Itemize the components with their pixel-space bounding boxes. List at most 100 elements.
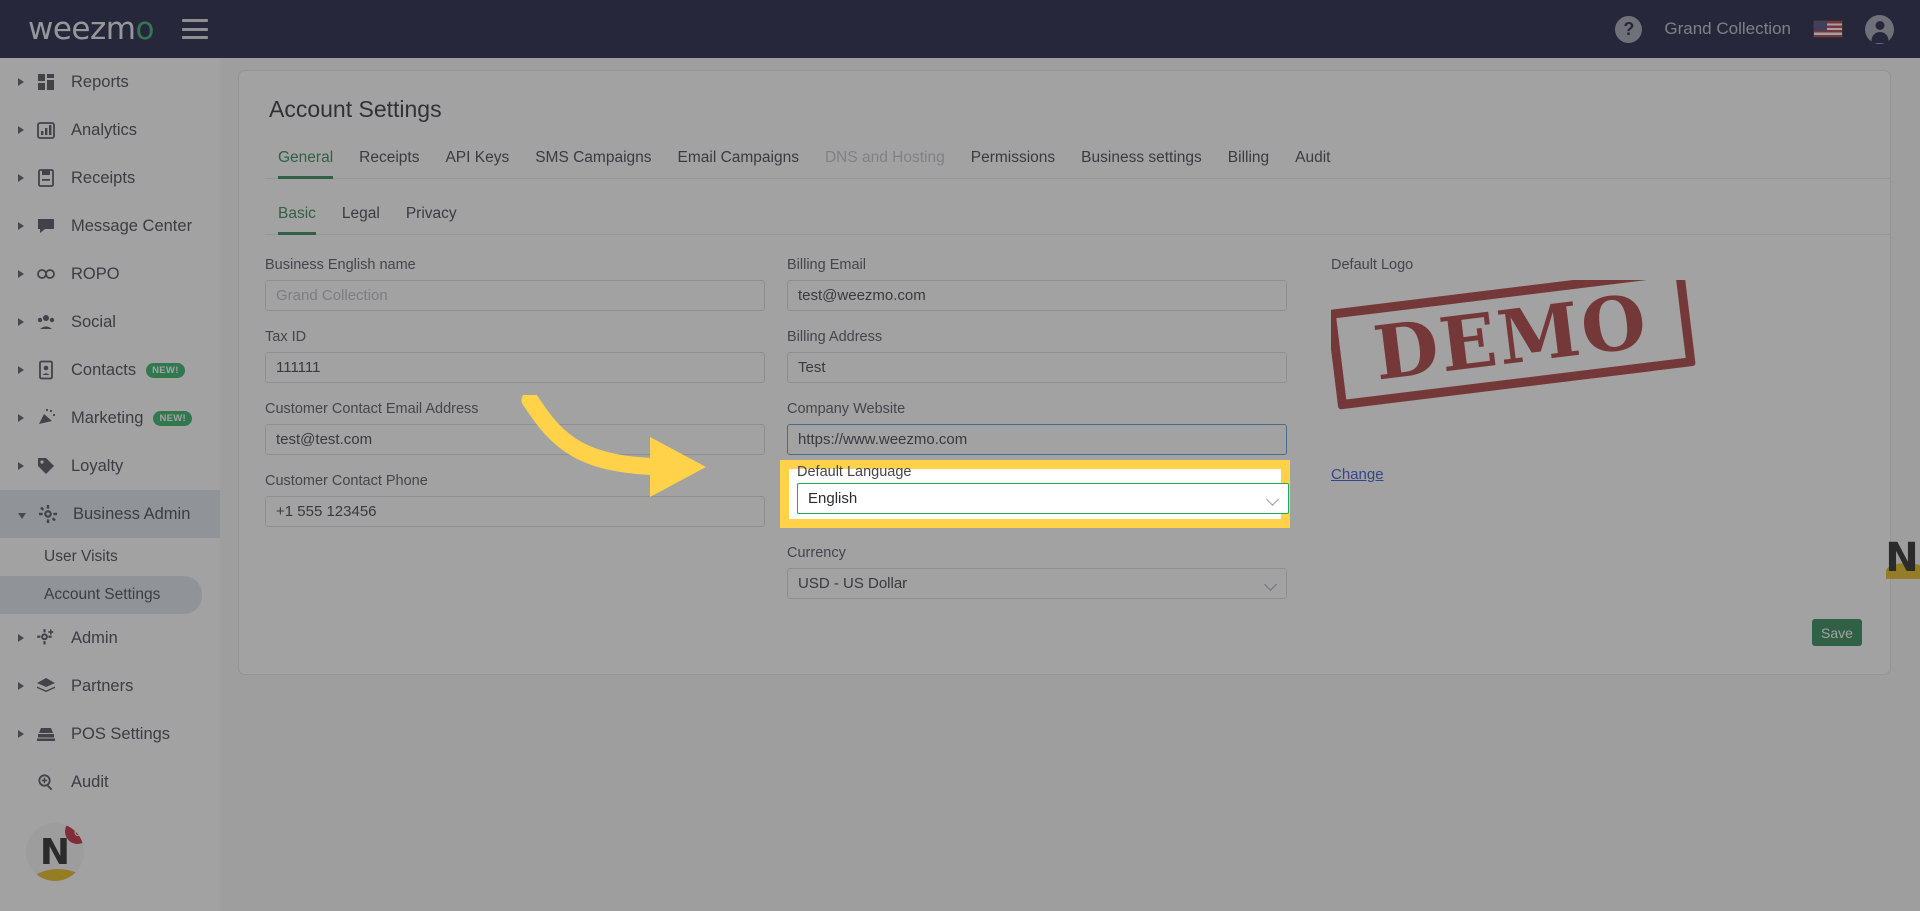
chevron-right-icon[interactable]: [18, 414, 24, 422]
field-billing-email: Billing Email: [787, 257, 1287, 311]
company-website-label: Company Website: [787, 401, 906, 417]
sidebar: Reports Analytics Receipts Message Center RO…: [0, 58, 220, 911]
tab-sms-campaigns[interactable]: SMS Campaigns: [522, 149, 664, 178]
sidebar-item-label: Marketing: [71, 408, 144, 427]
tab-receipts[interactable]: Receipts: [346, 149, 432, 178]
sidebar-subitem-account-settings[interactable]: Account Settings: [0, 576, 202, 614]
sidebar-item-label: Loyalty: [71, 456, 124, 475]
currency-select[interactable]: USD - US Dollar: [787, 568, 1287, 599]
chevron-right-icon[interactable]: [18, 634, 24, 642]
currency-label: Currency: [787, 545, 846, 561]
save-button[interactable]: Save: [1812, 619, 1862, 646]
chevron-right-icon[interactable]: [18, 222, 24, 230]
sidebar-item-label: Contacts: [71, 360, 137, 379]
sidebar-item-marketing[interactable]: Marketing NEW!: [0, 394, 220, 442]
app-logo[interactable]: weezmo: [28, 11, 154, 47]
chevron-right-icon[interactable]: [18, 270, 24, 278]
chevron-down-icon: [1266, 493, 1279, 506]
sidebar-item-admin[interactable]: Admin: [0, 614, 220, 662]
sidebar-item-analytics[interactable]: Analytics: [0, 106, 220, 154]
subtab-legal[interactable]: Legal: [329, 205, 393, 234]
form-column-middle: Billing Email Billing Address Company We…: [787, 257, 1287, 617]
billing-address-input[interactable]: [787, 352, 1287, 383]
help-icon[interactable]: ?: [1615, 15, 1643, 43]
subtab-privacy[interactable]: Privacy: [393, 205, 470, 234]
sidebar-item-label: POS Settings: [71, 724, 171, 743]
sidebar-subitem-label: Account Settings: [44, 586, 161, 603]
chevron-right-icon[interactable]: [18, 174, 24, 182]
highlight-default-language-label: Default Language: [797, 464, 912, 480]
chevron-right-icon[interactable]: [18, 730, 24, 738]
highlight-default-language-value: English: [808, 490, 858, 507]
highlight-default-language-select[interactable]: English: [797, 483, 1289, 514]
brand-avatar[interactable]: N 6: [26, 823, 84, 881]
business-name-input[interactable]: [265, 280, 765, 311]
chart-icon: [35, 119, 57, 141]
sidebar-item-label: Business Admin: [73, 504, 191, 523]
sidebar-item-label: Audit: [71, 772, 109, 791]
tax-id-input[interactable]: [265, 352, 765, 383]
sidebar-item-label: Reports: [71, 72, 129, 91]
hamburger-icon[interactable]: [181, 19, 208, 39]
subtab-basic[interactable]: Basic: [265, 205, 329, 235]
billing-email-label: Billing Email: [787, 257, 866, 273]
chevron-right-icon[interactable]: [18, 318, 24, 326]
magnifier-icon: [35, 771, 57, 793]
cash-register-icon: [35, 723, 57, 745]
field-tax-id: Tax ID: [265, 329, 765, 383]
account-settings-card: Account Settings General Receipts API Keys…: [238, 70, 1891, 675]
dashboard-icon: [35, 71, 57, 93]
sidebar-item-social[interactable]: Social: [0, 298, 220, 346]
layers-icon: [35, 675, 57, 697]
us-flag-icon[interactable]: [1813, 20, 1843, 38]
chevron-right-icon[interactable]: [18, 126, 24, 134]
corner-brand-logo: N: [1878, 535, 1920, 581]
sidebar-item-pos-settings[interactable]: POS Settings: [0, 710, 220, 758]
highlight-default-language-content: Default Language English: [789, 464, 1289, 519]
chevron-right-icon[interactable]: [18, 462, 24, 470]
sidebar-item-reports[interactable]: Reports: [0, 58, 220, 106]
sidebar-nav-list: Reports Analytics Receipts Message Center RO…: [0, 58, 220, 806]
tab-billing[interactable]: Billing: [1215, 149, 1282, 178]
tab-permissions[interactable]: Permissions: [958, 149, 1068, 178]
sidebar-item-business-admin[interactable]: Business Admin: [0, 490, 220, 538]
app-logo-text: weezmo: [28, 11, 154, 47]
sidebar-item-contacts[interactable]: Contacts NEW!: [0, 346, 220, 394]
receipt-icon: [35, 167, 57, 189]
tag-icon: [35, 455, 57, 477]
sidebar-item-message-center[interactable]: Message Center: [0, 202, 220, 250]
chevron-right-icon[interactable]: [18, 682, 24, 690]
chat-icon: [35, 215, 57, 237]
field-company-website: Company Website: [787, 401, 1287, 455]
sidebar-subitem-label: User Visits: [44, 548, 118, 565]
billing-email-input[interactable]: [787, 280, 1287, 311]
chevron-down-icon[interactable]: [18, 512, 26, 519]
default-logo-label: Default Logo: [1331, 257, 1414, 273]
tab-api-keys[interactable]: API Keys: [432, 149, 522, 178]
tab-email-campaigns[interactable]: Email Campaigns: [665, 149, 812, 178]
sidebar-item-label: Social: [71, 312, 116, 331]
sidebar-subitem-user-visits[interactable]: User Visits: [0, 538, 202, 576]
field-billing-address: Billing Address: [787, 329, 1287, 383]
chevron-right-icon[interactable]: [18, 78, 24, 86]
settings-form: Business English name Tax ID Customer Co…: [239, 235, 1890, 617]
tab-business-settings[interactable]: Business settings: [1068, 149, 1215, 178]
sidebar-item-label: Receipts: [71, 168, 136, 187]
account-name-label: Grand Collection: [1664, 19, 1791, 38]
page-title: Account Settings: [269, 96, 442, 122]
tab-general[interactable]: General: [265, 149, 346, 179]
company-website-input[interactable]: [787, 424, 1287, 455]
tab-bar: General Receipts API Keys SMS Campaigns Emai…: [265, 149, 1890, 179]
chevron-right-icon[interactable]: [18, 366, 24, 374]
sidebar-item-ropo[interactable]: ROPO: [0, 250, 220, 298]
tab-audit[interactable]: Audit: [1282, 149, 1343, 178]
sidebar-item-partners[interactable]: Partners: [0, 662, 220, 710]
sidebar-item-receipts[interactable]: Receipts: [0, 154, 220, 202]
gear-icon: [37, 503, 59, 525]
sidebar-item-loyalty[interactable]: Loyalty: [0, 442, 220, 490]
sidebar-item-label: ROPO: [71, 264, 120, 283]
user-avatar-icon[interactable]: [1865, 14, 1894, 44]
change-logo-link[interactable]: Change: [1331, 466, 1384, 483]
gear-plus-icon: [35, 627, 57, 649]
currency-value: USD - US Dollar: [798, 575, 908, 592]
